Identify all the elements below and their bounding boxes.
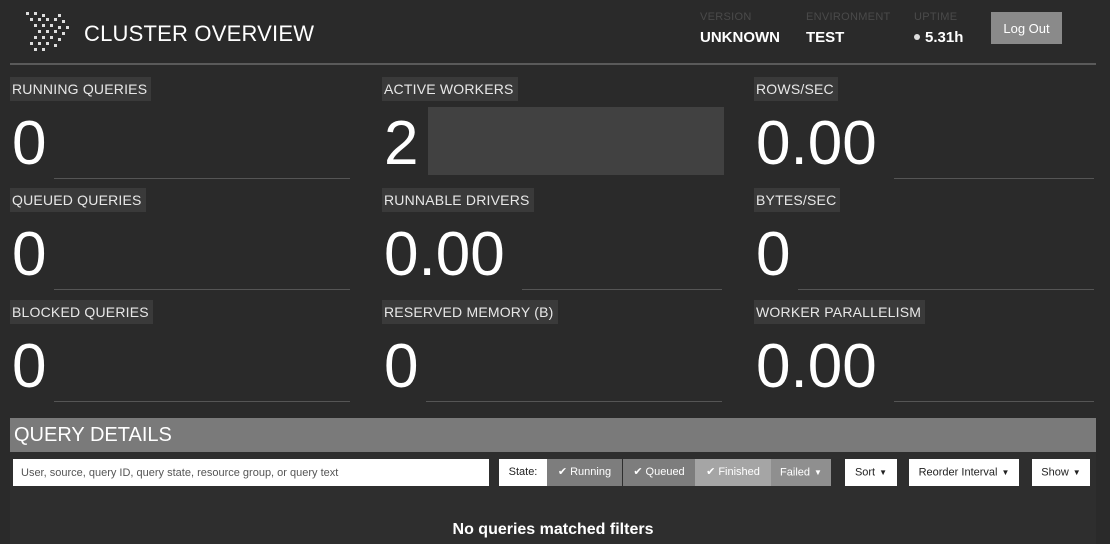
filter-failed-dropdown[interactable]: Failed ▼ [771, 459, 831, 486]
stat-value: 2 [384, 109, 419, 178]
state-label: State: [499, 459, 547, 486]
app-header: CLUSTER OVERVIEW VERSION UNKNOWN ENVIRON… [0, 0, 1110, 64]
stat-label: RUNNING QUERIES [10, 77, 152, 101]
filter-running-toggle[interactable]: ✔ Running [547, 459, 622, 486]
sparkline [54, 289, 350, 290]
query-details-title: QUERY DETAILS [14, 424, 172, 446]
header-divider [10, 63, 1096, 65]
stat-queued-queries: QUEUED QUERIES 0 [10, 188, 355, 298]
stat-label: ROWS/SEC [754, 77, 838, 101]
stat-label: QUEUED QUERIES [10, 188, 146, 212]
stat-label: RESERVED MEMORY (B) [382, 300, 558, 324]
sparkline [54, 401, 350, 402]
environment-value: TEST [806, 29, 845, 46]
filter-finished-toggle[interactable]: ✔ Finished [695, 459, 771, 486]
stat-rows-sec: ROWS/SEC 0.00 [754, 77, 1099, 187]
stat-value: 0 [12, 109, 47, 178]
caret-down-icon: ▼ [814, 468, 822, 477]
sparkline [894, 178, 1094, 179]
version-info: VERSION UNKNOWN [700, 11, 780, 46]
show-label: Show [1041, 466, 1069, 479]
filter-running-label: Running [570, 466, 612, 478]
logo-icon [26, 12, 69, 51]
filter-failed-label: Failed [780, 466, 811, 479]
stat-running-queries: RUNNING QUERIES 0 [10, 77, 355, 187]
stat-runnable-drivers: RUNNABLE DRIVERS 0.00 [382, 188, 727, 298]
stat-bytes-sec: BYTES/SEC 0 [754, 188, 1099, 298]
filter-finished-label: Finished [718, 466, 760, 478]
uptime-info: UPTIME 5.31h [914, 11, 963, 46]
stat-value: 0 [384, 332, 419, 401]
stat-value: 0.00 [756, 109, 877, 178]
sparkline [428, 107, 724, 175]
page-title: CLUSTER OVERVIEW [84, 21, 315, 46]
stat-label: WORKER PARALLELISM [754, 300, 926, 324]
uptime-value: 5.31h [925, 29, 964, 46]
logout-button[interactable]: Log Out [991, 12, 1062, 44]
reorder-interval-dropdown[interactable]: Reorder Interval ▼ [909, 459, 1019, 486]
stat-value: 0.00 [756, 332, 877, 401]
environment-label: ENVIRONMENT [806, 11, 891, 23]
status-dot-icon [914, 34, 920, 41]
check-icon: ✔ [706, 466, 716, 478]
stat-value: 0.00 [384, 220, 505, 289]
filter-queued-label: Queued [645, 466, 685, 478]
uptime-label: UPTIME [914, 11, 958, 23]
caret-down-icon: ▼ [1072, 468, 1081, 477]
stat-value: 0 [12, 332, 47, 401]
version-value: UNKNOWN [700, 29, 780, 46]
caret-down-icon: ▼ [1001, 468, 1010, 477]
sparkline [894, 401, 1094, 402]
filter-queued-toggle[interactable]: ✔ Queued [623, 459, 695, 486]
stat-label: BLOCKED QUERIES [10, 300, 153, 324]
sort-dropdown[interactable]: Sort ▼ [845, 459, 897, 486]
stat-label: ACTIVE WORKERS [382, 77, 518, 101]
stat-active-workers: ACTIVE WORKERS 2 [382, 77, 727, 187]
sparkline [426, 401, 722, 402]
environment-info: ENVIRONMENT TEST [806, 11, 891, 46]
stat-worker-parallelism: WORKER PARALLELISM 0.00 [754, 300, 1099, 410]
sparkline [522, 289, 722, 290]
sort-label: Sort [854, 466, 876, 479]
check-icon: ✔ [633, 466, 643, 478]
reorder-interval-label: Reorder Interval [918, 466, 998, 479]
empty-message: No queries matched filters [452, 521, 654, 538]
caret-down-icon: ▼ [879, 468, 888, 477]
stat-value: 0 [756, 220, 791, 289]
version-label: VERSION [700, 11, 752, 23]
stat-blocked-queries: BLOCKED QUERIES 0 [10, 300, 355, 410]
sparkline [798, 289, 1094, 290]
check-icon: ✔ [557, 466, 568, 478]
stat-label: BYTES/SEC [754, 188, 841, 212]
search-input[interactable] [13, 459, 489, 486]
show-dropdown[interactable]: Show ▼ [1032, 459, 1090, 486]
query-details-header: QUERY DETAILS [10, 418, 1096, 452]
stat-label: RUNNABLE DRIVERS [382, 188, 534, 212]
stat-value: 0 [12, 220, 47, 289]
stat-reserved-memory: RESERVED MEMORY (B) 0 [382, 300, 727, 410]
sparkline [54, 178, 350, 179]
